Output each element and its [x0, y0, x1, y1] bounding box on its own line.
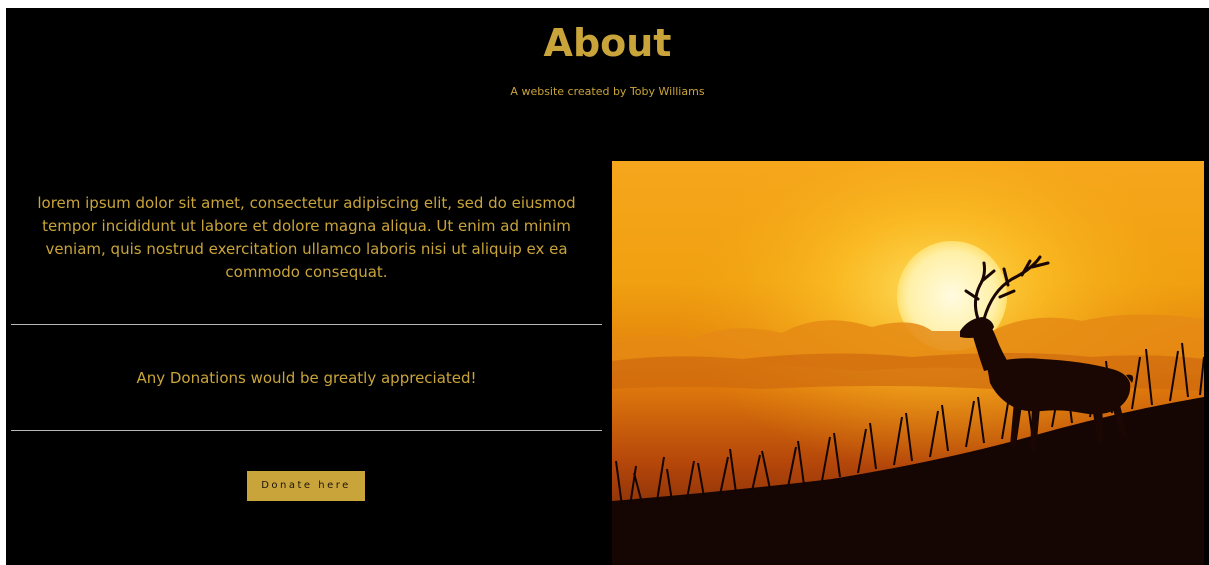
donation-message: Any Donations would be greatly appreciat… [136, 369, 477, 387]
donate-button[interactable]: Donate here [247, 471, 365, 501]
deer-sunset-image [612, 161, 1204, 565]
page-title: About [543, 21, 672, 65]
divider [11, 324, 602, 325]
about-content: lorem ipsum dolor sit amet, consectetur … [11, 158, 602, 558]
page-subtitle: A website created by Toby Williams [510, 85, 705, 98]
divider [11, 430, 602, 431]
page: About A website created by Toby Williams… [6, 8, 1209, 565]
intro-text: lorem ipsum dolor sit amet, consectetur … [37, 194, 576, 281]
